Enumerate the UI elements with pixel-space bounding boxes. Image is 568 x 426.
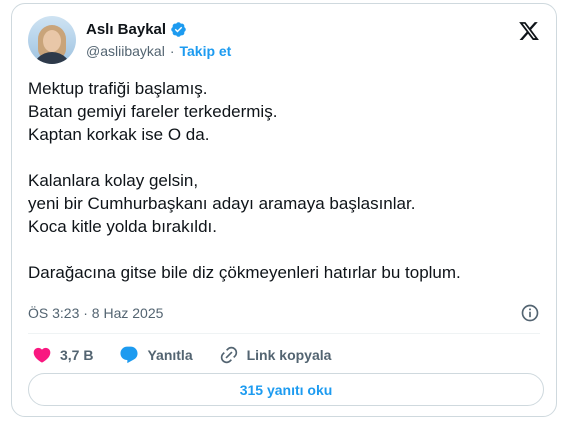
tweet-paragraph-2: Kalanlara kolay gelsin, yeni bir Cumhurb…	[28, 169, 548, 238]
avatar-face	[43, 30, 61, 52]
tweet-line: Mektup trafiği başlamış.	[28, 79, 208, 98]
user-handle[interactable]: @asliibaykal	[86, 43, 165, 59]
follow-button[interactable]: Takip et	[179, 43, 231, 59]
avatar-shoulders	[32, 52, 72, 64]
read-replies-button[interactable]: 315 yanıtı oku	[28, 373, 544, 406]
name-row: Aslı Baykal	[86, 19, 187, 39]
heart-icon	[33, 347, 51, 363]
separator-dot: ·	[169, 43, 175, 59]
copy-link-label: Link kopyala	[246, 347, 332, 363]
info-icon[interactable]	[520, 303, 540, 323]
tweet-line: Batan gemiyi fareler terkedermiş.	[28, 102, 278, 121]
avatar[interactable]	[28, 16, 76, 64]
tweet-text: Mektup trafiği başlamış. Batan gemiyi fa…	[28, 77, 548, 284]
tweet-line: Darağacına gitse bile diz çökmeyenleri h…	[28, 263, 461, 282]
display-name[interactable]: Aslı Baykal	[86, 21, 166, 38]
divider	[28, 333, 540, 334]
reply-label: Yanıtla	[147, 347, 193, 363]
tweet-header: Aslı Baykal @asliibaykal · Takip et	[28, 16, 540, 66]
action-bar: 3,7 B Yanıtla Link kopyala	[32, 342, 357, 368]
verified-badge-icon	[171, 21, 186, 37]
handle-row: @asliibaykal · Takip et	[86, 42, 231, 60]
tweet-line: yeni bir Cumhurbaşkanı adayı aramaya baş…	[28, 194, 416, 213]
x-logo-icon[interactable]	[518, 20, 540, 42]
meta-row: ÖS 3:23 · 8 Haz 2025	[28, 301, 540, 325]
tweet-timestamp[interactable]: ÖS 3:23 · 8 Haz 2025	[28, 305, 163, 321]
tweet-card: Aslı Baykal @asliibaykal · Takip et Mekt…	[11, 3, 557, 417]
reply-bubble-icon	[120, 346, 139, 364]
tweet-paragraph-3: Darağacına gitse bile diz çökmeyenleri h…	[28, 261, 548, 284]
like-count: 3,7 B	[60, 347, 94, 363]
tweet-paragraph-1: Mektup trafiği başlamış. Batan gemiyi fa…	[28, 77, 548, 146]
reply-button[interactable]: Yanıtla	[119, 345, 193, 365]
tweet-line: Kalanlara kolay gelsin,	[28, 171, 199, 190]
link-icon	[220, 346, 237, 364]
tweet-line: Kaptan korkak ise O da.	[28, 125, 210, 144]
tweet-line: Koca kitle yolda bırakıldı.	[28, 217, 217, 236]
like-button[interactable]: 3,7 B	[32, 345, 93, 365]
copy-link-button[interactable]: Link kopyala	[219, 345, 332, 365]
